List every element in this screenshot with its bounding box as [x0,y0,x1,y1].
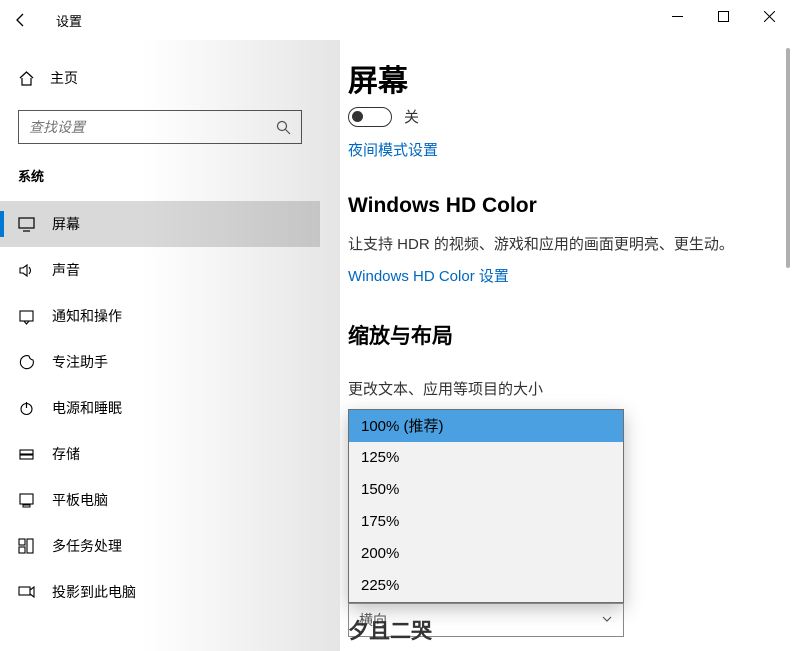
hd-color-section-title: Windows HD Color [348,194,792,218]
night-light-toggle-row: 关 [348,106,792,127]
sidebar-item-2[interactable]: 通知和操作 [0,293,320,339]
search-input[interactable] [29,119,273,135]
scrollbar-thumb[interactable] [786,48,790,268]
power-icon [18,400,46,417]
scale-option-2[interactable]: 150% [349,474,623,506]
scale-option-4[interactable]: 200% [349,538,623,570]
sidebar-item-7[interactable]: 多任务处理 [0,523,320,569]
multitask-icon [18,538,46,555]
sidebar-nav-list: 屏幕声音通知和操作专注助手电源和睡眠存储平板电脑多任务处理投影到此电脑 [0,201,320,615]
search-icon [273,120,293,135]
scale-option-0[interactable]: 100% (推荐) [349,410,623,442]
scale-section-title: 缩放与布局 [348,320,792,350]
sidebar: 主页 系统 屏幕声音通知和操作专注助手电源和睡眠存储平板电脑多任务处理投影到此电… [0,48,320,651]
sound-icon [18,262,46,279]
sidebar-item-label: 专注助手 [52,352,108,372]
hd-color-section-desc: 让支持 HDR 的视频、游戏和应用的画面更明亮、更生动。 [348,234,792,257]
tablet-icon [18,492,46,509]
storage-icon [18,446,46,463]
sidebar-item-3[interactable]: 专注助手 [0,339,320,385]
sidebar-item-0[interactable]: 屏幕 [0,201,320,247]
chevron-down-icon [601,612,613,628]
scale-field-label: 更改文本、应用等项目的大小 [348,378,792,399]
content-scrollbar[interactable] [786,48,790,645]
sidebar-item-4[interactable]: 电源和睡眠 [0,385,320,431]
back-button[interactable] [0,0,42,40]
next-section-peek: 夕且二哭 [348,615,432,645]
focus-icon [18,354,46,371]
sidebar-item-label: 多任务处理 [52,536,122,556]
arrow-left-icon [13,12,29,28]
sidebar-item-label: 电源和睡眠 [52,398,122,418]
project-icon [18,584,46,601]
notifications-icon [18,308,46,325]
home-icon [18,70,46,87]
sidebar-item-5[interactable]: 存储 [0,431,320,477]
toggle-off-label: 关 [404,106,419,127]
sidebar-item-6[interactable]: 平板电脑 [0,477,320,523]
home-label: 主页 [50,68,78,88]
hd-color-settings-link[interactable]: Windows HD Color 设置 [348,265,509,286]
sidebar-item-label: 投影到此电脑 [52,582,136,602]
sidebar-item-label: 存储 [52,444,80,464]
sidebar-item-label: 屏幕 [52,214,80,234]
sidebar-item-1[interactable]: 声音 [0,247,320,293]
scale-option-1[interactable]: 125% [349,442,623,474]
window-title: 设置 [56,11,82,30]
sidebar-section-header: 系统 [0,144,320,193]
home-nav[interactable]: 主页 [0,58,320,98]
sidebar-item-label: 声音 [52,260,80,280]
display-icon [18,216,46,233]
sidebar-item-8[interactable]: 投影到此电脑 [0,569,320,615]
scale-option-3[interactable]: 175% [349,506,623,538]
sidebar-item-label: 通知和操作 [52,306,122,326]
night-light-settings-link[interactable]: 夜间模式设置 [348,139,438,160]
sidebar-item-label: 平板电脑 [52,490,108,510]
content-area: 屏幕 关 夜间模式设置 Windows HD Color 让支持 HDR 的视频… [340,0,792,651]
scale-option-5[interactable]: 225% [349,570,623,602]
night-light-toggle[interactable] [348,107,392,127]
search-box[interactable] [18,110,302,144]
scale-dropdown: 100% (推荐)125%150%175%200%225% [348,409,624,603]
page-title: 屏幕 [348,56,792,100]
